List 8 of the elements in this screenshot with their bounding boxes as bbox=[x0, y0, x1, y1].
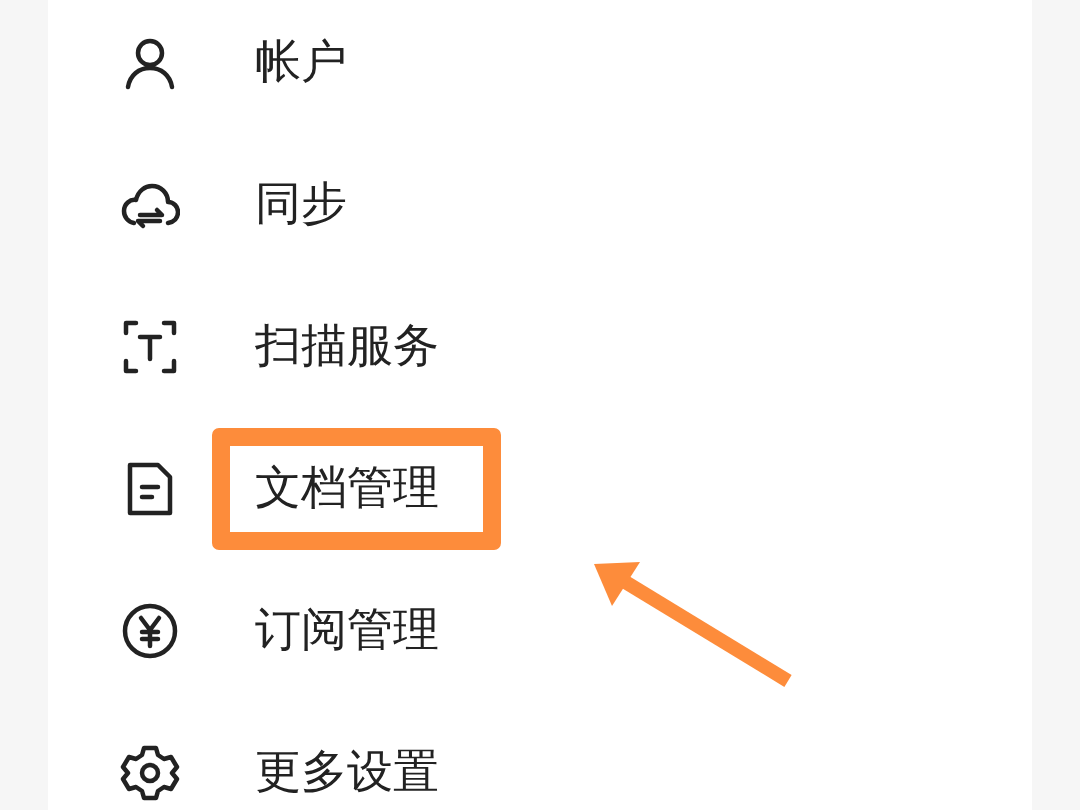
yen-circle-icon bbox=[120, 601, 180, 661]
menu-item[interactable]: 同步 bbox=[212, 144, 409, 266]
menu-item[interactable]: 更多设置 bbox=[212, 712, 501, 810]
menu-item[interactable]: 帐户 bbox=[212, 2, 409, 124]
menu-item[interactable]: 订阅管理 bbox=[212, 570, 501, 692]
menu-item[interactable]: 扫描服务 bbox=[212, 286, 501, 408]
highlighted-menu-item[interactable]: 文档管理 bbox=[212, 428, 501, 550]
gear-icon bbox=[120, 743, 180, 803]
